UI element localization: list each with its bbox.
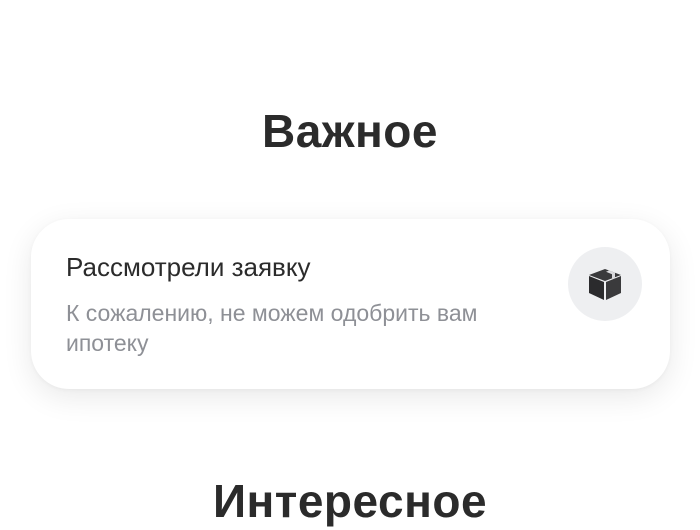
notification-text: К сожалению, не можем одобрить вам ипоте… <box>66 300 478 356</box>
notification-card[interactable]: Рассмотрели заявку К сожалению, не можем… <box>31 219 670 389</box>
box-icon <box>589 269 621 300</box>
notification-title: Рассмотрели заявку <box>66 252 311 282</box>
notifications-screen: Важное Рассмотрели заявку К сожалению, н… <box>0 0 700 530</box>
notification-icon-container <box>568 247 642 321</box>
section-title-interesting: Интересное <box>212 475 488 527</box>
section-title-important: Важное <box>262 105 438 157</box>
